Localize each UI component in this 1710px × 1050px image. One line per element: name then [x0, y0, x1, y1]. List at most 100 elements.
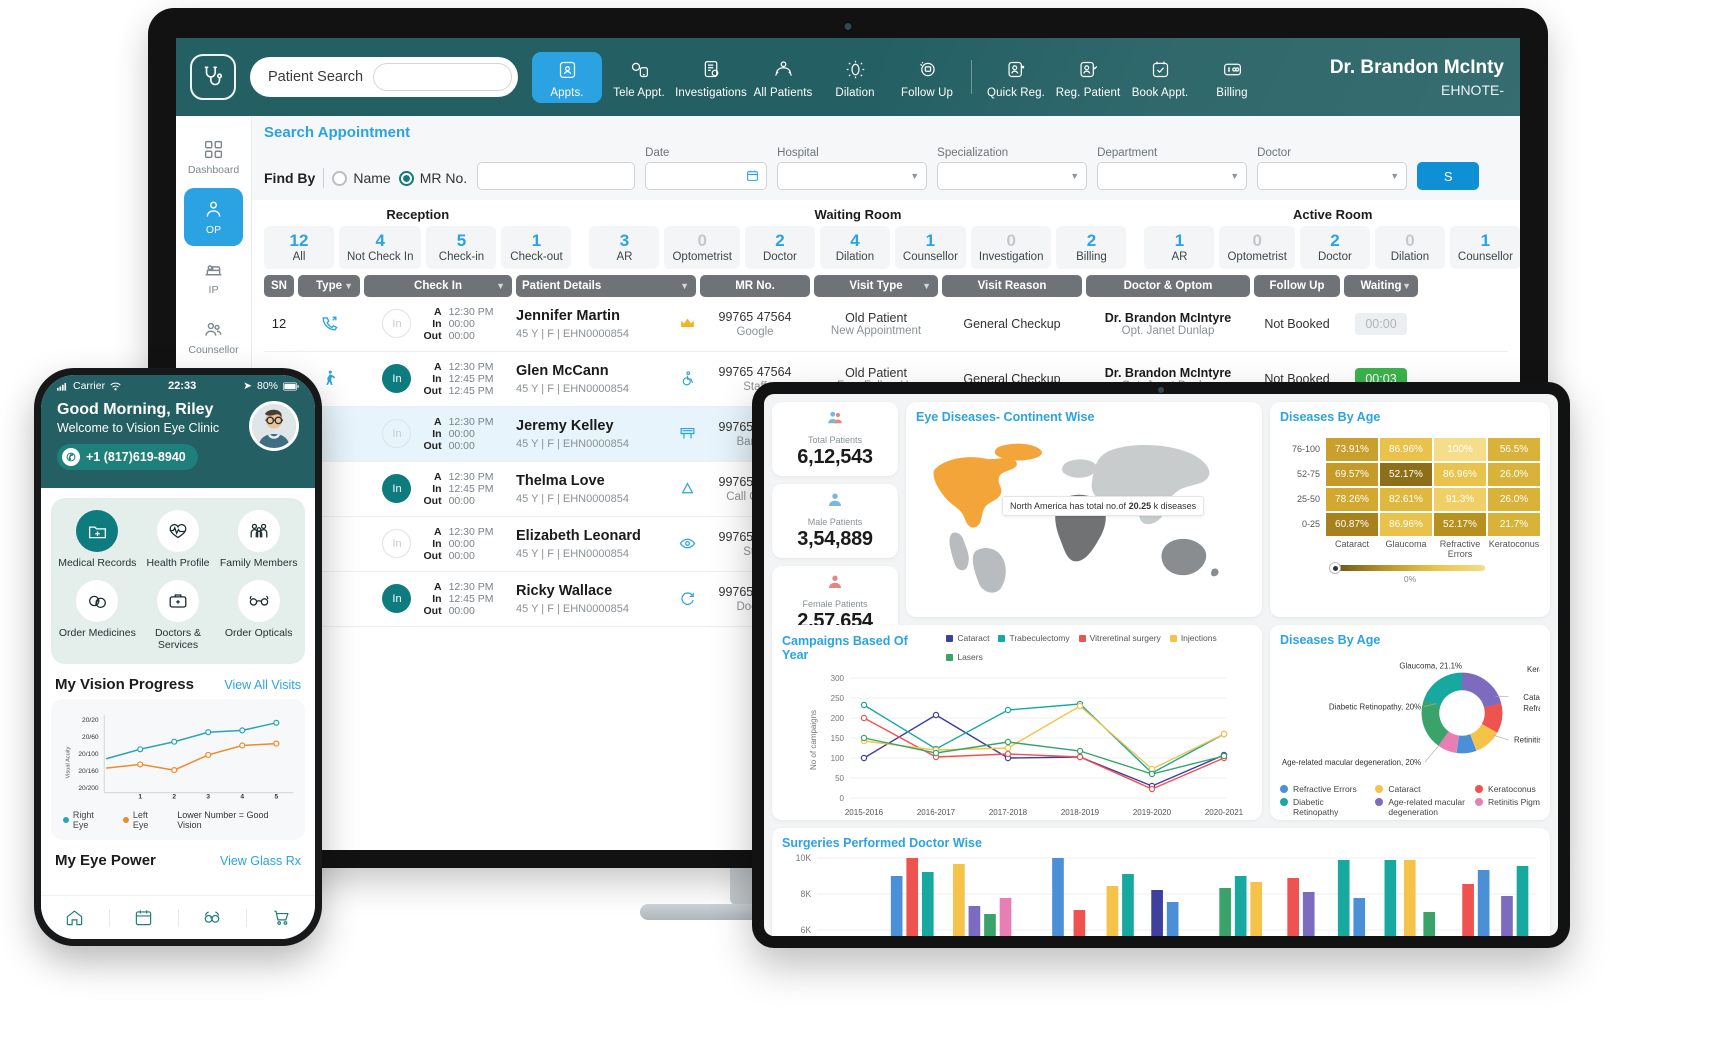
department-select[interactable]: ▼ [1097, 162, 1247, 190]
room-tile-check-out[interactable]: 1 Check-out [501, 226, 571, 269]
cell-mr-no: 99765 47564 Google [700, 309, 810, 337]
filter-icon[interactable]: ▼ [1402, 281, 1411, 291]
check-in-toggle[interactable]: In [382, 419, 411, 448]
room-tile-active-dilation[interactable]: 0 Dilation [1375, 226, 1445, 269]
col-patient-details[interactable]: Patient Details ▼ [516, 275, 696, 297]
tab-cart[interactable] [247, 908, 315, 927]
shortcut-health-profile[interactable]: Health Profile [138, 510, 219, 570]
room-tile-waiting-investigation[interactable]: 0 Investigation [971, 226, 1052, 269]
filter-icon[interactable]: ▼ [496, 281, 505, 291]
doctor-select[interactable]: ▼ [1257, 162, 1407, 190]
filter-icon[interactable]: ▼ [680, 281, 689, 291]
heatmap-slider[interactable]: 0% [1280, 565, 1540, 584]
patient-search-input[interactable] [373, 63, 512, 91]
tile-label: Counsellor [1458, 251, 1513, 263]
shortcut-medical-records[interactable]: Medical Records [57, 510, 138, 570]
tab-eye-care[interactable] [179, 908, 247, 928]
date-input[interactable] [645, 162, 767, 190]
col-waiting[interactable]: Waiting ▼ [1344, 275, 1418, 297]
col-doctor-optom[interactable]: Doctor & Optom [1086, 275, 1250, 297]
time-a: 12:30 PM [449, 526, 494, 538]
sidebar-item-counsellor[interactable]: Counsellor [184, 308, 243, 366]
radio-find-by-mr[interactable]: MR No. [399, 170, 467, 186]
nav-item-all-patients[interactable]: All Patients [748, 52, 818, 103]
room-tile-waiting-counsellor[interactable]: 1 Counsellor [895, 226, 966, 269]
room-tile-waiting-billing[interactable]: 2 Billing [1056, 226, 1126, 269]
shortcut-doctors-services[interactable]: Doctors & Services [138, 580, 219, 652]
nav-item-book-appt[interactable]: Book Appt. [1125, 52, 1195, 103]
nav-item-billing[interactable]: Billing [1197, 52, 1267, 103]
check-in-toggle[interactable]: In [382, 529, 411, 558]
col-label: Visit Type [849, 280, 902, 292]
col-visit-reason[interactable]: Visit Reason [942, 275, 1082, 297]
check-in-toggle[interactable]: In [382, 309, 411, 338]
col-follow-up[interactable]: Follow Up [1254, 275, 1340, 297]
time-in: 12:45 PM [449, 593, 494, 605]
nav-item-investigations[interactable]: Investigations [676, 52, 746, 103]
sidebar-item-dashboard[interactable]: Dashboard [184, 128, 243, 186]
female-user-icon [826, 573, 844, 591]
legend-label: Vitreretinal surgery [1090, 633, 1161, 643]
room-tile-check-in[interactable]: 5 Check-in [426, 226, 496, 269]
phone-tab-bar [41, 895, 315, 939]
col-check-in[interactable]: Check In ▼ [364, 275, 512, 297]
filter-icon[interactable]: ▼ [344, 281, 353, 291]
specialization-select[interactable]: ▼ [937, 162, 1087, 190]
hospital-select[interactable]: ▼ [777, 162, 927, 190]
medical-records-icon [76, 510, 118, 552]
tile-label: Check-in [434, 251, 488, 263]
room-tile-not-check-in[interactable]: 4 Not Check In [339, 226, 421, 269]
room-tile-waiting-optometrist[interactable]: 0 Optometrist [664, 226, 739, 269]
patient-search[interactable]: Patient Search [250, 57, 518, 97]
shortcut-order-opticals[interactable]: Order Opticals [218, 580, 299, 652]
radio-find-by-name[interactable]: Name [332, 170, 390, 186]
check-in-toggle[interactable]: In [382, 364, 411, 393]
svg-text:2019-2020: 2019-2020 [1133, 808, 1172, 817]
table-row[interactable]: 12 In A 12:30 PM [264, 297, 1508, 352]
view-all-visits-link[interactable]: View All Visits [224, 678, 301, 692]
shortcut-order-medicines[interactable]: Order Medicines [57, 580, 138, 652]
label-out: Out [423, 330, 441, 342]
check-in-toggle[interactable]: In [382, 474, 411, 503]
col-sn[interactable]: SN [264, 275, 294, 297]
room-tile-active-optometrist[interactable]: 0 Optometrist [1219, 226, 1294, 269]
slider-track[interactable] [1335, 565, 1485, 571]
col-type[interactable]: Type ▼ [298, 275, 360, 297]
nav-item-reg-patient[interactable]: Reg. Patient [1053, 52, 1123, 103]
check-in-toggle[interactable]: In [382, 584, 411, 613]
col-visit-type[interactable]: Visit Type ▼ [814, 275, 938, 297]
col-mr-no[interactable]: MR No. [700, 275, 810, 297]
room-tile-active-counsellor[interactable]: 1 Counsellor [1450, 226, 1520, 269]
nav-item-dilation[interactable]: Dilation [820, 52, 890, 103]
nav-item-appts[interactable]: Appts. [532, 52, 602, 103]
tab-home[interactable] [41, 908, 109, 927]
tile-count: 3 [597, 231, 651, 251]
tab-calendar[interactable] [110, 908, 178, 927]
search-button[interactable]: S [1417, 162, 1479, 190]
room-tile-waiting-doctor[interactable]: 2 Doctor [745, 226, 815, 269]
nav-item-quick-reg[interactable]: Quick Reg. [981, 52, 1051, 103]
avatar[interactable] [249, 401, 299, 451]
whatsapp-contact-button[interactable]: ✆ +1 (817)619-8940 [57, 444, 198, 470]
mr-no-input[interactable] [477, 162, 635, 190]
patient-name: Thelma Love [516, 473, 605, 489]
tile-label: Dilation [828, 251, 882, 263]
filter-icon[interactable]: ▼ [922, 281, 931, 291]
nav-item-follow-up[interactable]: Follow Up [892, 52, 962, 103]
slider-knob[interactable] [1329, 562, 1341, 574]
sidebar-item-op[interactable]: OP [184, 188, 243, 246]
view-glass-rx-link[interactable]: View Glass Rx [220, 854, 301, 868]
calendar-icon[interactable] [746, 169, 759, 184]
time-in: 00:00 [449, 538, 494, 550]
room-tile-all[interactable]: 12 All [264, 226, 334, 269]
doctor-profile[interactable]: Dr. Brandon McInty EHNOTE- [1330, 57, 1510, 98]
room-tile-active-doctor[interactable]: 2 Doctor [1300, 226, 1370, 269]
room-tile-waiting-ar[interactable]: 3 AR [589, 226, 659, 269]
campaigns-title: Campaigns Based Of Year [782, 634, 932, 662]
room-tile-active-ar[interactable]: 1 AR [1144, 226, 1214, 269]
cell-patient-details: Jeremy Kelley 45 Y | F | EHN0000854 [516, 417, 696, 449]
nav-item-tele-appt[interactable]: Tele Appt. [604, 52, 674, 103]
shortcut-family-members[interactable]: Family Members [218, 510, 299, 570]
sidebar-item-ip[interactable]: IP [184, 248, 243, 306]
room-tile-waiting-dilation[interactable]: 4 Dilation [820, 226, 890, 269]
